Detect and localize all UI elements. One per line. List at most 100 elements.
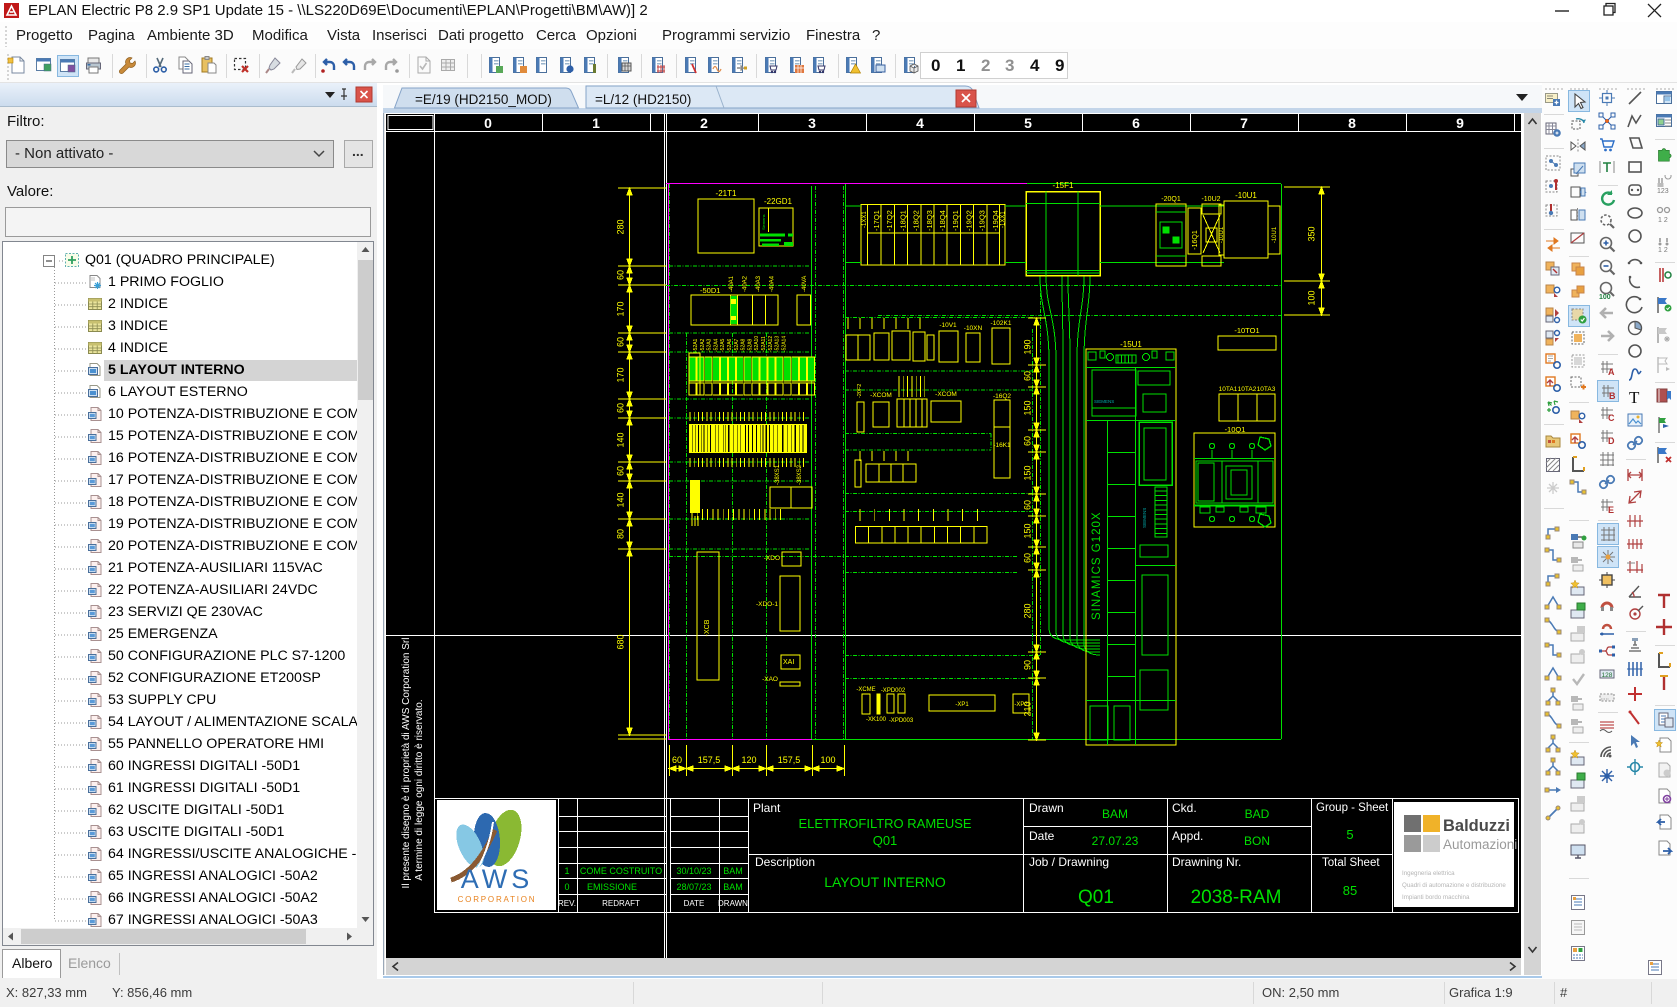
svg-text:60: 60 <box>1023 371 1033 381</box>
svg-text:157,5: 157,5 <box>778 755 801 765</box>
svg-text:-XPD003: -XPD003 <box>889 718 914 724</box>
svg-text:90: 90 <box>1023 660 1033 670</box>
svg-text:120: 120 <box>741 755 756 765</box>
svg-text:60: 60 <box>672 755 682 765</box>
svg-text:-16K1: -16K1 <box>993 442 1011 449</box>
svg-text:28/07/23: 28/07/23 <box>676 882 711 892</box>
svg-text:-102K1: -102K1 <box>991 320 1012 327</box>
svg-text:-18Q1: -18Q1 <box>898 210 907 231</box>
svg-text:-40VA: -40VA <box>802 276 808 292</box>
svg-text:60: 60 <box>616 270 626 280</box>
svg-text:-20F2: -20F2 <box>857 384 863 398</box>
svg-text:BAM: BAM <box>723 866 743 876</box>
svg-text:-19Q4: -19Q4 <box>991 210 1000 231</box>
svg-text:-21T1: -21T1 <box>716 189 737 198</box>
svg-text:170: 170 <box>616 301 626 316</box>
svg-text:-52A12: -52A12 <box>768 336 774 352</box>
svg-text:Job / Drawning: Job / Drawning <box>1029 855 1109 869</box>
svg-text:-XCOM: -XCOM <box>870 392 892 399</box>
svg-text:-40A3: -40A3 <box>756 275 762 292</box>
svg-text:-XCME: -XCME <box>856 687 875 693</box>
svg-text:0: 0 <box>564 882 569 892</box>
svg-text:210: 210 <box>1023 701 1033 716</box>
svg-text:DATE: DATE <box>684 899 705 908</box>
svg-text:60: 60 <box>616 466 626 476</box>
svg-text:SINAMICS G120X: SINAMICS G120X <box>1091 511 1103 620</box>
svg-text:1 2: 1 2 <box>1658 247 1668 254</box>
svg-text:100: 100 <box>1599 294 1611 301</box>
svg-text:ELETTROFILTRO RAMEUSE: ELETTROFILTRO RAMEUSE <box>798 816 971 831</box>
svg-text:-52A14: -52A14 <box>781 336 787 352</box>
svg-text:Drawning Nr.: Drawning Nr. <box>1172 855 1241 869</box>
svg-text:-XP1: -XP1 <box>955 702 969 708</box>
svg-text:-52A8: -52A8 <box>741 338 747 352</box>
svg-text:-50D1: -50D1 <box>700 286 720 295</box>
svg-text:Ingegneria elettrica: Ingegneria elettrica <box>1402 870 1455 877</box>
svg-text:100: 100 <box>1307 290 1317 305</box>
svg-text:-XDO-1: -XDO-1 <box>756 601 778 608</box>
svg-text:2: 2 <box>700 115 708 131</box>
svg-text:-52A3: -52A3 <box>707 338 713 352</box>
svg-text:-1XX1: -1XX1 <box>862 211 868 228</box>
svg-text:-40A4: -40A4 <box>770 275 776 292</box>
svg-text:-XDO: -XDO <box>764 555 780 562</box>
svg-text:-16Q2: -16Q2 <box>993 393 1011 400</box>
svg-text:-40A2: -40A2 <box>743 275 749 292</box>
svg-text:-1XX1: -1XX1 <box>1001 211 1007 228</box>
svg-text:=E/19 (HD2150_MOD): =E/19 (HD2150_MOD) <box>415 92 552 107</box>
svg-text:Date: Date <box>1029 829 1055 843</box>
svg-text:190: 190 <box>1023 339 1033 354</box>
svg-text:T: T <box>1629 388 1640 407</box>
svg-text:AWS: AWS <box>461 864 534 894</box>
svg-text:-16Q1: -16Q1 <box>1192 230 1199 250</box>
svg-text:0: 0 <box>484 115 492 131</box>
svg-text:Q01: Q01 <box>1078 887 1114 908</box>
svg-text:60: 60 <box>616 337 626 347</box>
svg-text:1: 1 <box>564 866 569 876</box>
svg-text:-18Q3: -18Q3 <box>925 210 934 231</box>
svg-text:150: 150 <box>1023 465 1033 480</box>
svg-text:27.07.23: 27.07.23 <box>1092 834 1139 848</box>
svg-text:CORPORATION: CORPORATION <box>458 895 537 904</box>
svg-text:Ckd.: Ckd. <box>1172 801 1197 815</box>
svg-text:140: 140 <box>616 432 626 447</box>
svg-text:-52A9: -52A9 <box>747 338 753 352</box>
svg-text:-19Q1: -19Q1 <box>951 210 960 231</box>
svg-text:-15U1: -15U1 <box>1120 340 1142 349</box>
svg-text:D: D <box>1608 436 1615 446</box>
svg-text:-38XS2: -38XS2 <box>797 464 803 485</box>
svg-text:-52A7: -52A7 <box>734 338 740 352</box>
svg-text:-20Q1: -20Q1 <box>1161 196 1181 203</box>
svg-text:-52A6: -52A6 <box>727 338 733 352</box>
svg-text:Quadri di automazione e distri: Quadri di automazione e distribuzione <box>1402 882 1506 889</box>
svg-text:A: A <box>1608 367 1615 377</box>
svg-text:30/10/23: 30/10/23 <box>676 866 711 876</box>
svg-text:9: 9 <box>1456 115 1464 131</box>
svg-text:-10U1: -10U1 <box>1235 191 1257 200</box>
svg-text:Q01: Q01 <box>873 833 898 848</box>
svg-text:A termine di legge ogni diritt: A termine di legge ogni diritto è riserv… <box>414 699 425 880</box>
svg-text:-52A5: -52A5 <box>720 338 726 352</box>
svg-text:REDRAFT: REDRAFT <box>602 899 640 908</box>
svg-text:XAI: XAI <box>783 659 794 666</box>
svg-text:-XCB: -XCB <box>704 619 711 636</box>
svg-text:128: 128 <box>1602 672 1613 679</box>
svg-text:-10TO1: -10TO1 <box>1234 326 1259 335</box>
svg-text:280: 280 <box>616 219 626 234</box>
svg-text:80: 80 <box>616 529 626 539</box>
svg-text:BON: BON <box>1244 834 1270 848</box>
svg-text:-XAO: -XAO <box>762 676 778 683</box>
svg-text:10TA1: 10TA1 <box>1219 386 1238 393</box>
svg-text:-52A1: -52A1 <box>693 338 699 352</box>
svg-text:Plant: Plant <box>753 801 781 815</box>
svg-text:B: B <box>1609 391 1616 401</box>
svg-text:140: 140 <box>616 492 626 507</box>
svg-text:5: 5 <box>1346 827 1353 842</box>
svg-text:-38XS1: -38XS1 <box>775 464 781 485</box>
svg-text:-15F1: -15F1 <box>1053 181 1074 190</box>
svg-text:1: 1 <box>592 115 600 131</box>
svg-text:-XK100: -XK100 <box>866 717 887 723</box>
svg-text:-52A2: -52A2 <box>700 338 706 352</box>
svg-text:-XPD002: -XPD002 <box>881 688 906 694</box>
svg-text:-52A13: -52A13 <box>775 336 781 352</box>
